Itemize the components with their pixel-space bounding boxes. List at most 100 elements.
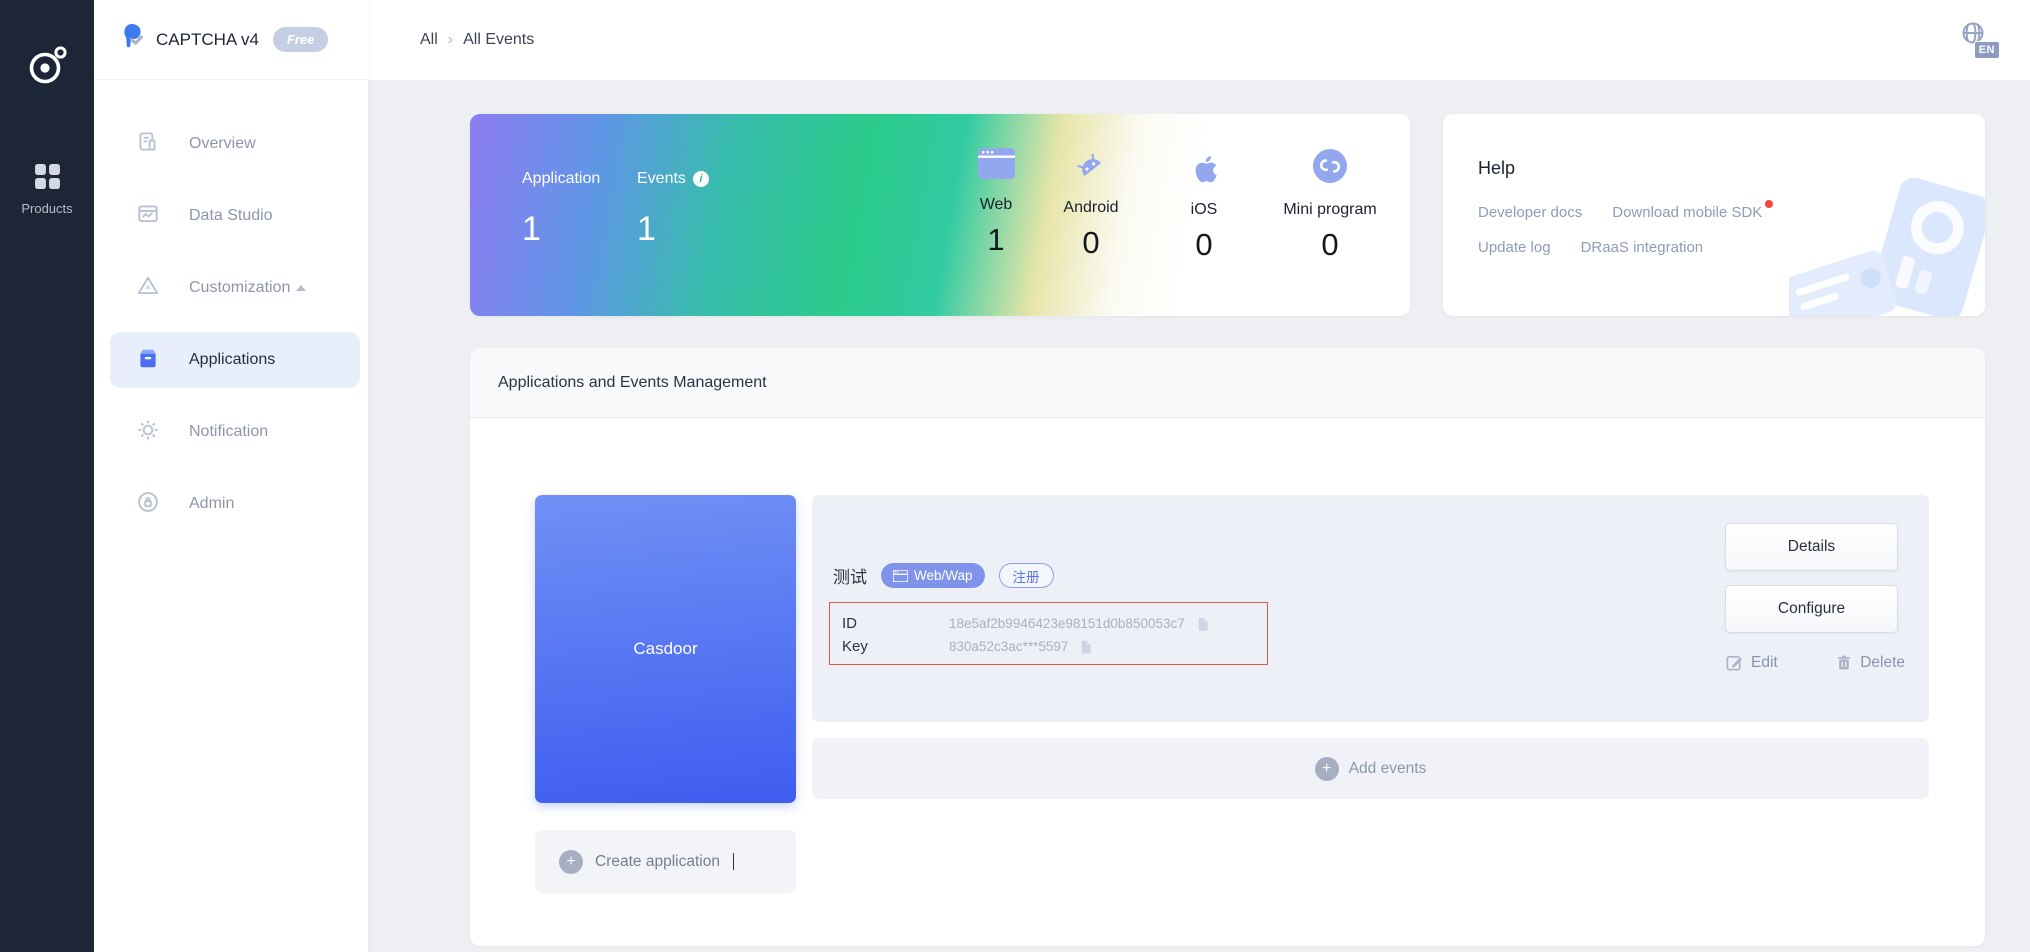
text-cursor — [733, 853, 735, 870]
products-rail: Products — [0, 0, 94, 952]
edit-label: Edit — [1751, 654, 1778, 672]
mini-program-icon — [1312, 148, 1348, 189]
platform-tag-label: Web/Wap — [914, 568, 973, 583]
key-label: Key — [842, 638, 949, 655]
products-grid-icon — [34, 163, 61, 193]
application-stat-label: Application — [522, 170, 600, 188]
configure-button[interactable]: Configure — [1725, 585, 1898, 633]
platform-label: Mini program — [1283, 201, 1376, 219]
sidebar-item-label: Overview — [189, 135, 256, 153]
sidebar-header: CAPTCHA v4 Free — [94, 0, 368, 80]
product-title: CAPTCHA v4 — [156, 30, 259, 50]
events-stat-value: 1 — [637, 210, 656, 249]
overview-stats-card: Application Events i 1 1 Web 1 — [470, 114, 1410, 316]
sidebar-item-label: Data Studio — [189, 207, 273, 225]
apple-icon — [1186, 148, 1222, 189]
platform-tag: Web/Wap — [881, 563, 985, 588]
copy-key-icon[interactable] — [1078, 639, 1093, 655]
sidebar-item-label: Admin — [189, 495, 234, 513]
language-switcher[interactable]: EN — [1958, 19, 2000, 61]
key-row: Key 830a52c3ac***5597 — [842, 635, 1267, 658]
products-button[interactable]: Products — [21, 163, 72, 216]
edit-button[interactable]: Edit — [1725, 653, 1778, 672]
events-info-icon[interactable]: i — [693, 171, 709, 187]
customization-icon — [135, 273, 161, 304]
notification-gear-icon — [135, 417, 161, 448]
browser-icon — [893, 570, 908, 582]
captcha-logo-icon — [118, 22, 148, 57]
android-icon — [1073, 148, 1110, 187]
management-card: Applications and Events Management Casdo… — [470, 348, 1985, 946]
id-row: ID 18e5af2b9946423e98151d0b850053c7 — [842, 612, 1267, 635]
event-name: 测试 — [833, 563, 867, 588]
language-label: EN — [1974, 41, 2000, 59]
create-application-button[interactable]: + Create application — [535, 830, 796, 893]
create-application-label: Create application — [595, 853, 720, 871]
events-stat-label: Events — [637, 170, 686, 188]
plus-icon: + — [559, 850, 583, 874]
events-stat: Events i — [637, 170, 709, 188]
event-name-row: 测试 Web/Wap 注册 — [833, 563, 1054, 588]
sidebar-item-label: Notification — [189, 423, 268, 441]
category-tag: 注册 — [999, 563, 1054, 588]
delete-button[interactable]: Delete — [1835, 653, 1905, 672]
main-content: Application Events i 1 1 Web 1 — [368, 80, 2030, 952]
help-link-download-sdk[interactable]: Download mobile SDK — [1612, 204, 1762, 221]
sidebar-item-overview[interactable]: Overview — [110, 116, 360, 172]
breadcrumb-current[interactable]: All Events — [463, 31, 534, 49]
help-links-row: Developer docs Download mobile SDK — [1478, 204, 1762, 221]
sidebar-item-customization[interactable]: Customization — [110, 260, 360, 316]
help-link-developer-docs[interactable]: Developer docs — [1478, 204, 1582, 221]
sidebar-item-data-studio[interactable]: Data Studio — [110, 188, 360, 244]
help-title: Help — [1478, 158, 1515, 179]
application-stat: Application — [522, 170, 600, 188]
platform-value: 0 — [1321, 227, 1338, 263]
sidebar-item-applications[interactable]: Applications — [110, 332, 360, 388]
platform-value: 0 — [1195, 227, 1212, 263]
help-link-draas[interactable]: DRaaS integration — [1581, 239, 1704, 256]
id-label: ID — [842, 615, 949, 632]
applications-icon — [135, 345, 161, 376]
id-key-box: ID 18e5af2b9946423e98151d0b850053c7 Key … — [829, 602, 1268, 665]
sidebar-item-label: Customization — [189, 279, 290, 297]
management-header: Applications and Events Management — [470, 348, 1985, 418]
trash-icon — [1835, 653, 1853, 672]
breadcrumb-separator-icon: › — [448, 31, 453, 49]
sidebar: CAPTCHA v4 Free Overview Data Studio — [94, 0, 368, 952]
delete-label: Delete — [1860, 654, 1905, 672]
help-link-update-log[interactable]: Update log — [1478, 239, 1551, 256]
sidebar-item-admin[interactable]: Admin — [110, 476, 360, 532]
add-events-label: Add events — [1349, 760, 1427, 778]
topbar: All › All Events EN — [368, 0, 2030, 80]
event-panel: 测试 Web/Wap 注册 ID 18e5af2b9946423e98151d0… — [812, 495, 1929, 722]
sidebar-item-notification[interactable]: Notification — [110, 404, 360, 460]
collapse-caret-icon — [296, 285, 306, 291]
edit-pencil-icon — [1725, 653, 1744, 672]
help-illustration — [1789, 176, 1985, 316]
platform-label: Web — [980, 196, 1013, 214]
breadcrumb-root[interactable]: All — [420, 31, 438, 49]
web-platform-icon — [978, 148, 1015, 184]
geetest-logo-icon[interactable] — [24, 42, 70, 93]
platform-value: 0 — [1082, 225, 1099, 261]
products-label: Products — [21, 201, 72, 216]
help-links-row: Update log DRaaS integration — [1478, 239, 1703, 256]
help-card: Help Developer docs Download mobile SDK … — [1443, 114, 1985, 316]
details-button[interactable]: Details — [1725, 523, 1898, 571]
sidebar-item-label: Applications — [189, 351, 275, 369]
application-stat-value: 1 — [522, 210, 541, 249]
platform-label: Android — [1063, 199, 1118, 217]
application-card-casdoor[interactable]: Casdoor — [535, 495, 796, 803]
key-value: 830a52c3ac***5597 — [949, 639, 1068, 654]
overview-icon — [135, 129, 161, 160]
help-link-label: Download mobile SDK — [1612, 204, 1762, 221]
admin-lock-icon — [135, 489, 161, 520]
platform-value: 1 — [987, 222, 1004, 258]
add-events-button[interactable]: + Add events — [812, 738, 1929, 799]
plan-badge: Free — [273, 27, 328, 52]
platform-label: iOS — [1191, 201, 1218, 219]
plus-icon: + — [1315, 757, 1339, 781]
sidebar-nav: Overview Data Studio Customization — [94, 80, 368, 532]
application-name: Casdoor — [633, 639, 697, 659]
copy-id-icon[interactable] — [1195, 616, 1210, 632]
